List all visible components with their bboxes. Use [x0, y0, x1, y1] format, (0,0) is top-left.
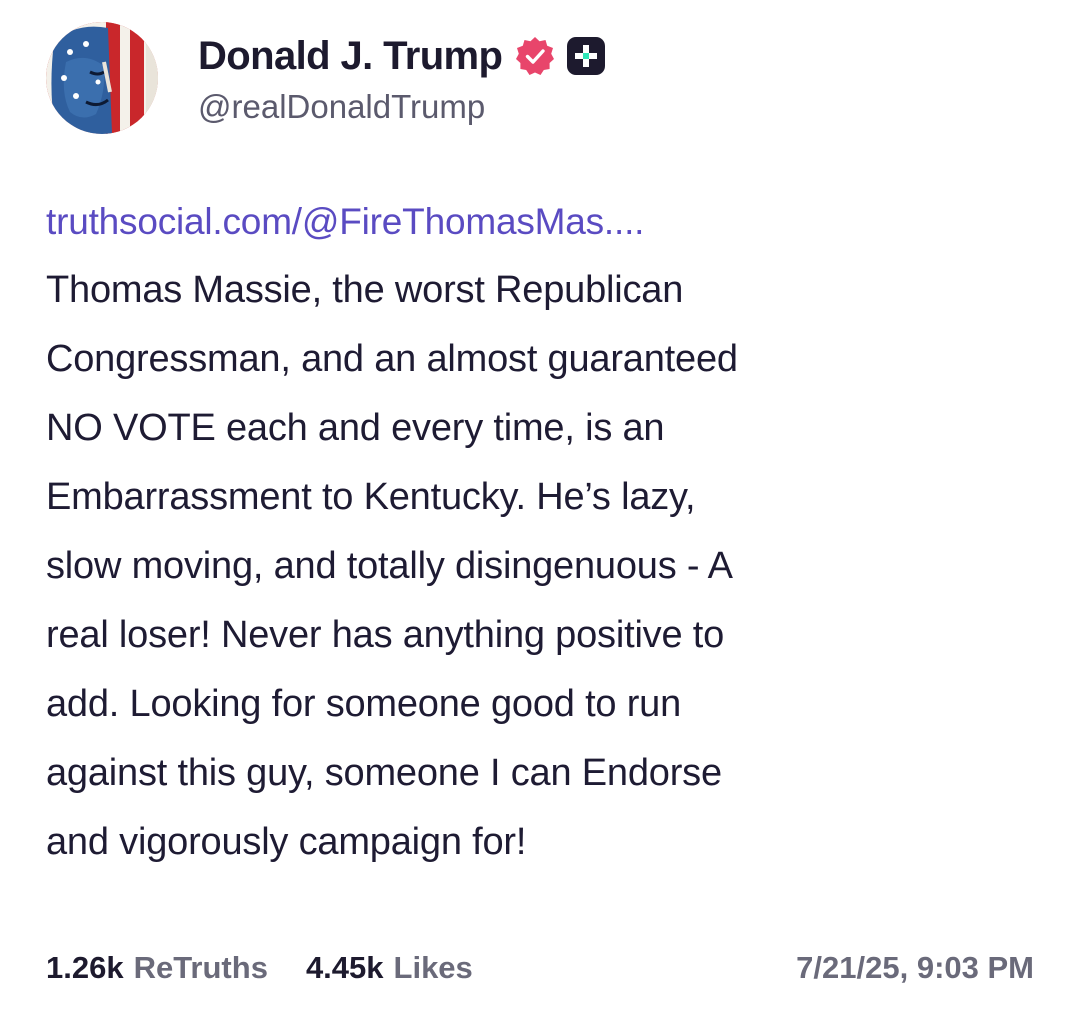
- post-card: Donald J. Trump @realDonaldTrump truthso…: [0, 0, 1080, 1013]
- post-timestamp[interactable]: 7/21/25, 9:03 PM: [796, 950, 1034, 986]
- post-text-line: add. Looking for someone good to run: [46, 683, 682, 725]
- likes-stat[interactable]: 4.45k Likes: [306, 950, 473, 986]
- author-identity: Donald J. Trump @realDonaldTrump: [198, 30, 606, 126]
- retruths-stat[interactable]: 1.26k ReTruths: [46, 950, 268, 986]
- retruths-count: 1.26k: [46, 950, 124, 985]
- post-link[interactable]: truthsocial.com/@FireThomasMas....: [46, 188, 1046, 256]
- author-display-name[interactable]: Donald J. Trump: [198, 34, 503, 79]
- post-content: truthsocial.com/@FireThomasMas.... Thoma…: [46, 188, 1046, 877]
- retruths-label: ReTruths: [133, 950, 268, 985]
- likes-label: Likes: [393, 950, 473, 985]
- likes-count: 4.45k: [305, 950, 384, 985]
- verified-badge-icon: [514, 35, 556, 77]
- plus-badge-icon: [566, 36, 606, 76]
- post-text-line: Congressman, and an almost guaranteed: [46, 338, 738, 380]
- post-text-line: Embarrassment to Kentucky. He’s lazy,: [46, 476, 696, 518]
- post-text-line: against this guy, someone I can Endorse: [46, 752, 722, 794]
- post-text-line: Thomas Massie, the worst Republican: [46, 269, 684, 311]
- avatar[interactable]: [46, 22, 158, 134]
- post-footer: 1.26k ReTruths 4.45k Likes 7/21/25, 9:03…: [46, 946, 1034, 990]
- post-text-line: real loser! Never has anything positive …: [46, 614, 725, 656]
- post-text: Thomas Massie, the worst Republican Cong…: [46, 256, 1046, 877]
- post-text-line: slow moving, and totally disingenuous - …: [46, 545, 733, 587]
- avatar-image: [46, 22, 158, 134]
- post-header: Donald J. Trump @realDonaldTrump: [46, 22, 606, 134]
- name-row: Donald J. Trump: [198, 30, 606, 82]
- post-text-line: NO VOTE each and every time, is an: [46, 407, 665, 449]
- post-text-line: and vigorously campaign for!: [46, 821, 527, 863]
- author-handle[interactable]: @realDonaldTrump: [198, 88, 606, 126]
